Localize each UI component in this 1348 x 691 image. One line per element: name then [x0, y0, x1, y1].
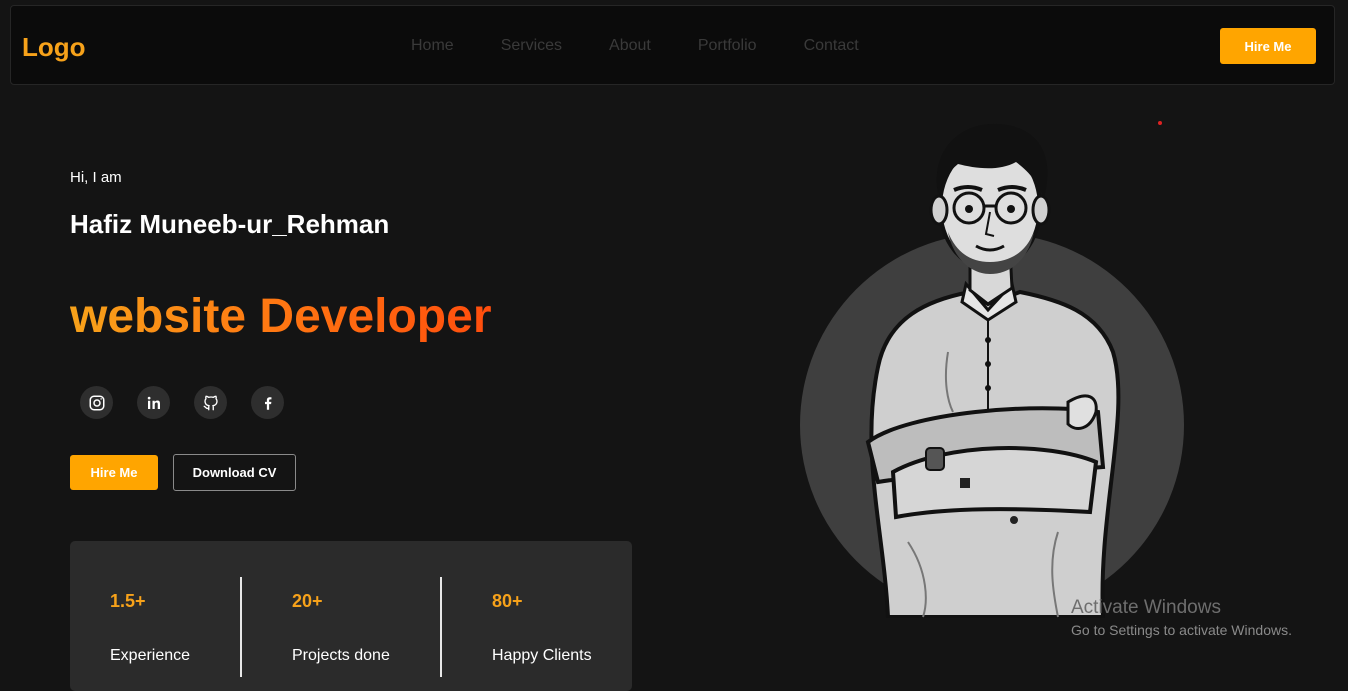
stat-projects-label: Projects done: [292, 647, 390, 664]
nav-link-services[interactable]: Services: [501, 37, 562, 55]
nav-link-contact[interactable]: Contact: [804, 37, 859, 55]
nav-hire-button[interactable]: Hire Me: [1220, 28, 1316, 64]
social-links: [80, 386, 308, 419]
nav-link-home[interactable]: Home: [411, 37, 454, 55]
hire-me-button[interactable]: Hire Me: [70, 455, 158, 490]
linkedin-icon: [147, 396, 160, 409]
activate-windows-subtitle: Go to Settings to activate Windows.: [1071, 622, 1292, 638]
stat-divider: [440, 577, 442, 677]
nav-link-about[interactable]: About: [609, 37, 651, 55]
navbar: Logo Home Services About Portfolio Conta…: [10, 5, 1335, 85]
nav-link-portfolio[interactable]: Portfolio: [698, 37, 757, 55]
nav-links: Home Services About Portfolio Contact: [411, 37, 906, 55]
github-link[interactable]: [194, 386, 227, 419]
github-icon: [203, 395, 218, 410]
stat-experience-label: Experience: [110, 647, 191, 664]
linkedin-link[interactable]: [137, 386, 170, 419]
facebook-icon: [264, 396, 271, 410]
stat-experience-value: 1.5+: [110, 591, 146, 611]
logo[interactable]: Logo: [22, 32, 86, 63]
stat-clients-label: Happy Clients: [492, 647, 592, 664]
stats-panel: 1.5+ Experience 20+ Projects done 80+ Ha…: [70, 541, 632, 691]
stat-divider: [240, 577, 242, 677]
profile-portrait-illustration: [800, 123, 1184, 618]
greeting: Hi, I am: [70, 169, 122, 186]
stat-projects-value: 20+: [292, 591, 323, 611]
instagram-icon: [89, 395, 104, 410]
facebook-link[interactable]: [251, 386, 284, 419]
activate-windows-title: Activate Windows: [1071, 597, 1221, 618]
hero-role: website Developer: [70, 290, 492, 343]
instagram-link[interactable]: [80, 386, 113, 419]
hero-name: Hafiz Muneeb-ur_Rehman: [70, 209, 390, 239]
download-cv-button[interactable]: Download CV: [173, 454, 296, 491]
stat-clients-value: 80+: [492, 591, 523, 611]
